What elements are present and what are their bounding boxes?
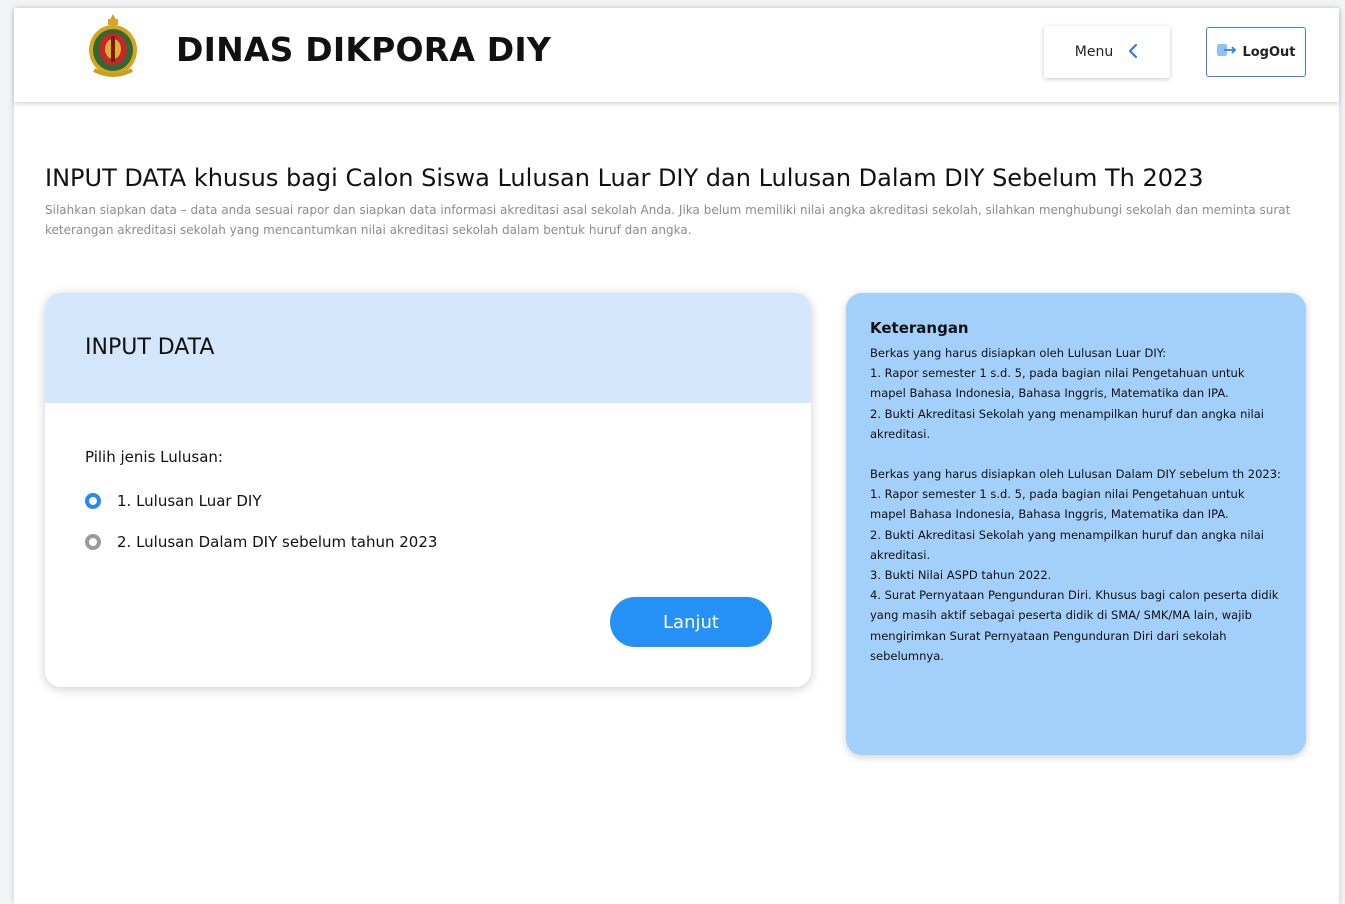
card-title: INPUT DATA (85, 335, 215, 360)
radio-label: 2. Lulusan Dalam DIY sebelum tahun 2023 (117, 533, 438, 551)
info-text: Berkas yang harus disiapkan oleh Lulusan… (870, 343, 1282, 666)
menu-label: Menu (1074, 44, 1114, 60)
info-group1-item: 1. Rapor semester 1 s.d. 5, pada bagian … (870, 366, 1245, 401)
info-title: Keterangan (870, 319, 969, 337)
graduate-type-prompt: Pilih jenis Lulusan: (85, 448, 223, 466)
info-group2-item: 4. Surat Pernyataan Pengunduran Diri. Kh… (870, 588, 1279, 663)
info-group1-item: 2. Bukti Akreditasi Sekolah yang menampi… (870, 406, 1264, 441)
radio-label: 1. Lulusan Luar DIY (117, 492, 262, 510)
radio-selected-icon[interactable] (85, 493, 101, 509)
radio-option-luar-diy[interactable]: 1. Lulusan Luar DIY (85, 492, 262, 510)
site-title: DINAS DIKPORA DIY (176, 30, 551, 69)
radio-option-dalam-diy[interactable]: 2. Lulusan Dalam DIY sebelum tahun 2023 (85, 533, 437, 551)
card-header: INPUT DATA (45, 293, 811, 403)
info-group2-item: 3. Bukti Nilai ASPD tahun 2022. (870, 568, 1052, 583)
input-data-card: INPUT DATA Pilih jenis Lulusan: 1. Lulus… (45, 293, 811, 687)
menu-button[interactable]: Menu (1044, 26, 1170, 78)
logo-crest-icon (84, 12, 142, 80)
logout-icon (1216, 42, 1238, 62)
info-panel: Keterangan Berkas yang harus disiapkan o… (846, 293, 1306, 755)
page-description: Silahkan siapkan data – data anda sesuai… (45, 203, 1291, 237)
logout-label: LogOut (1242, 44, 1296, 60)
info-group1-heading: Berkas yang harus disiapkan oleh Lulusan… (870, 346, 1167, 360)
info-group2-item: 2. Bukti Akreditasi Sekolah yang menampi… (870, 527, 1264, 562)
info-group2-item: 1. Rapor semester 1 s.d. 5, pada bagian … (870, 487, 1245, 522)
lanjut-button[interactable]: Lanjut (610, 597, 772, 647)
top-header: DINAS DIKPORA DIY Menu LogOut (14, 8, 1339, 102)
info-group2-heading: Berkas yang harus disiapkan oleh Lulusan… (870, 467, 1281, 482)
page-frame: DINAS DIKPORA DIY Menu LogOut INPUT DATA… (14, 8, 1339, 904)
radio-unselected-icon[interactable] (85, 534, 101, 550)
chevron-left-icon (1127, 42, 1139, 62)
logout-button[interactable]: LogOut (1206, 27, 1306, 77)
page-title: INPUT DATA khusus bagi Calon Siswa Lulus… (45, 164, 1204, 192)
